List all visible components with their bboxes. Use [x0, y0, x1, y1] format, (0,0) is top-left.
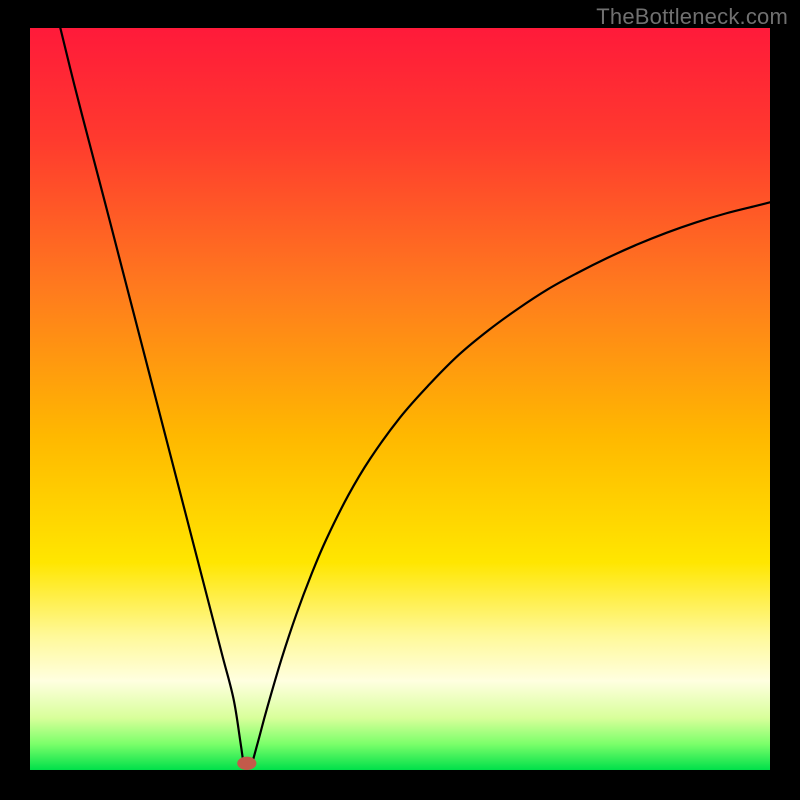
- chart-svg: [0, 0, 800, 800]
- minimum-marker: [237, 757, 256, 770]
- plot-background: [30, 28, 770, 770]
- watermark-text: TheBottleneck.com: [596, 4, 788, 30]
- chart-container: TheBottleneck.com: [0, 0, 800, 800]
